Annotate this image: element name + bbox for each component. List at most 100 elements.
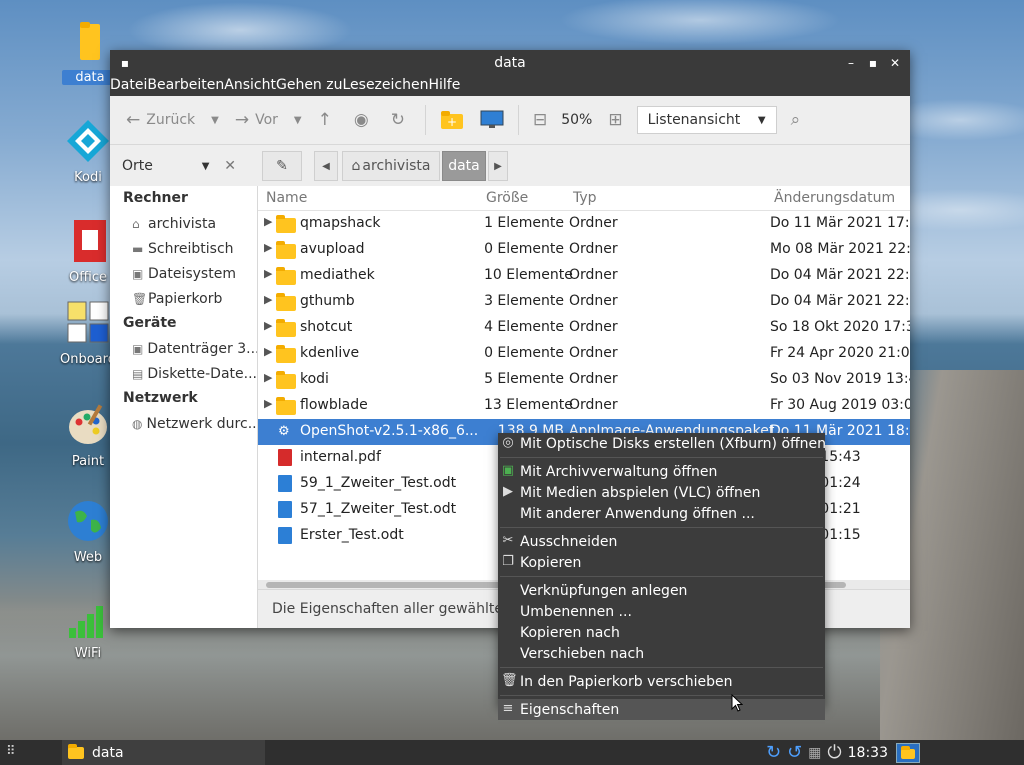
stop-button[interactable]: ◉: [346, 103, 383, 137]
context-menu-item[interactable]: ◎ Mit Optische Disks erstellen (Xfburn) ö…: [498, 433, 826, 454]
context-menu-item[interactable]: 🗑 In den Papierkorb verschieben: [498, 671, 825, 692]
expand-arrow-icon[interactable]: ▶: [264, 371, 272, 384]
pencil-icon: ✎: [276, 158, 288, 174]
power-icon[interactable]: ⏻: [827, 742, 841, 763]
desktop-icon-paint[interactable]: Paint: [60, 402, 116, 469]
desktop-icon-kodi[interactable]: Kodi: [60, 118, 116, 185]
folder-icon: [276, 214, 296, 233]
path-scroll-left-button[interactable]: ◀: [314, 151, 338, 181]
taskbar-item-data[interactable]: data: [62, 740, 265, 765]
context-menu-item[interactable]: Umbenennen ...: [498, 601, 825, 622]
app-menu-icon[interactable]: ⠿: [6, 744, 16, 759]
sidebar-item-dateisystem[interactable]: ▣ Dateisystem: [110, 261, 257, 286]
file-size: 1 Elemente: [484, 215, 564, 231]
column-type[interactable]: Typ: [573, 190, 597, 206]
sidebar-item-papierkorb[interactable]: 🗑 Papierkorb: [110, 286, 257, 311]
keyboard-icon[interactable]: ▦: [808, 745, 821, 761]
table-row[interactable]: ▶ avupload 0 Elemente Ordner Mo 08 Mär 2021 …: [258, 237, 910, 263]
up-button[interactable]: ↑: [310, 103, 346, 137]
reload-button[interactable]: ↻: [383, 103, 419, 137]
breadcrumb-archivista[interactable]: ⌂ archivista: [342, 151, 440, 181]
new-folder-button[interactable]: +: [432, 103, 472, 137]
view-mode-select[interactable]: Listenansicht ▼: [636, 106, 777, 134]
minimize-button[interactable]: –: [842, 54, 860, 72]
expand-arrow-icon[interactable]: ▶: [264, 319, 272, 332]
path-scroll-right-button[interactable]: ▶: [488, 151, 508, 181]
sidebar-mode-select[interactable]: Orte ▼ ✕: [110, 158, 250, 174]
sidebar-item-diskette[interactable]: ▤ Diskette-Date...: [110, 361, 257, 386]
table-row[interactable]: ▶ kdenlive 0 Elemente Ordner Fr 24 Apr 2020 …: [258, 341, 910, 367]
sidebar-item-schreibtisch[interactable]: ▬ Schreibtisch: [110, 236, 257, 261]
edit-location-button[interactable]: ✎: [262, 151, 302, 181]
menu-datei[interactable]: Datei: [110, 76, 147, 96]
update-icon[interactable]: ↻: [766, 742, 781, 763]
desktop-icon-onboard[interactable]: Onboard: [60, 300, 116, 367]
taskbar-item-label: data: [92, 744, 124, 761]
expand-arrow-icon[interactable]: ▶: [264, 345, 272, 358]
context-menu-item[interactable]: ✂ Ausschneiden: [498, 531, 825, 552]
column-size[interactable]: Größe: [486, 190, 528, 206]
context-menu-label: Umbenennen ...: [520, 603, 632, 620]
context-menu-item[interactable]: Kopieren nach: [498, 622, 825, 643]
breadcrumb-data[interactable]: data: [442, 151, 486, 181]
drive-icon: ▣: [132, 266, 144, 281]
sidebar-item-netzwerk[interactable]: ◍ Netzwerk durc...: [110, 411, 257, 436]
arrow-left-icon: ←: [126, 110, 141, 130]
sidebar-item-label: Papierkorb: [148, 290, 223, 307]
menu-gehen-zu[interactable]: Gehen zu: [276, 76, 343, 96]
desktop-icon-office[interactable]: Office: [60, 218, 116, 285]
table-row[interactable]: ▶ mediathek 10 Elemente Ordner Do 04 Mär 202…: [258, 263, 910, 289]
back-button[interactable]: ← Zurück ▼: [118, 103, 227, 137]
file-size: 3 Elemente: [484, 293, 564, 309]
document-file-icon: [278, 475, 292, 492]
desktop-icon-wifi[interactable]: WiFi: [60, 600, 116, 661]
desktop-icon: ▬: [132, 241, 144, 256]
table-row[interactable]: ▶ qmapshack 1 Elemente Ordner Do 11 Mär 2021…: [258, 211, 910, 237]
desktop-icon-web[interactable]: Web: [60, 498, 116, 565]
column-date[interactable]: Änderungsdatum: [774, 190, 895, 206]
sync-icon[interactable]: ↺: [787, 742, 802, 763]
close-sidebar-icon[interactable]: ✕: [224, 158, 236, 174]
clock[interactable]: 18:33: [848, 745, 888, 761]
show-desktop-button[interactable]: [896, 742, 920, 763]
expand-arrow-icon[interactable]: ▶: [264, 215, 272, 228]
sidebar-item-archivista[interactable]: ⌂ archivista: [110, 211, 257, 236]
zoom-out-button[interactable]: ⊟: [525, 103, 561, 137]
context-menu-item[interactable]: ▣ Mit Archivverwaltung öffnen: [498, 461, 825, 482]
context-menu-item[interactable]: Mit anderer Anwendung öffnen ...: [498, 503, 825, 524]
table-row[interactable]: ▶ shotcut 4 Elemente Ordner So 18 Okt 2020 1…: [258, 315, 910, 341]
menu-hilfe[interactable]: Hilfe: [428, 76, 460, 96]
expand-arrow-icon[interactable]: ▶: [264, 293, 272, 306]
folder-icon: [276, 240, 296, 259]
close-button[interactable]: ✕: [886, 54, 904, 72]
search-button[interactable]: ⌕: [783, 103, 815, 137]
context-menu-item[interactable]: Verknüpfungen anlegen: [498, 580, 825, 601]
table-row[interactable]: ▶ kodi 5 Elemente Ordner So 03 Nov 2019 13:4…: [258, 367, 910, 393]
home-icon: ⌂: [351, 158, 361, 174]
expand-arrow-icon[interactable]: ▶: [264, 267, 272, 280]
menu-bearbeiten[interactable]: Bearbeiten: [147, 76, 224, 96]
context-menu-item[interactable]: ≡ Eigenschaften: [498, 699, 825, 720]
arrow-right-icon: →: [234, 110, 250, 130]
sidebar-item-datentraeger[interactable]: ▣ Datenträger 3...: [110, 336, 257, 361]
title-bar[interactable]: ▪ data – ▪ ✕: [110, 50, 910, 76]
column-name[interactable]: Name: [266, 190, 307, 206]
context-menu-item[interactable]: ❐ Kopieren: [498, 552, 825, 573]
desktop-icon-label: Web: [73, 550, 103, 565]
forward-button[interactable]: → Vor ▼: [227, 103, 310, 137]
zoom-in-button[interactable]: ⊞: [592, 103, 636, 137]
maximize-button[interactable]: ▪: [864, 54, 882, 72]
context-menu-item[interactable]: ▶ Mit Medien abspielen (VLC) öffnen: [498, 482, 825, 503]
context-menu-label: Kopieren: [520, 554, 582, 571]
context-menu-label: Verschieben nach: [520, 645, 645, 662]
computer-button[interactable]: [472, 103, 512, 137]
expand-arrow-icon[interactable]: ▶: [264, 241, 272, 254]
menu-lesezeichen[interactable]: Lesezeichen: [342, 76, 428, 96]
expand-arrow-icon[interactable]: ▶: [264, 397, 272, 410]
table-row[interactable]: ▶ gthumb 3 Elemente Ordner Do 04 Mär 2021 22…: [258, 289, 910, 315]
context-menu-item[interactable]: Verschieben nach: [498, 643, 825, 664]
chevron-down-icon: ▼: [293, 114, 302, 126]
table-row[interactable]: ▶ flowblade 13 Elemente Ordner Fr 30 Aug 201…: [258, 393, 910, 419]
menu-ansicht[interactable]: Ansicht: [224, 76, 276, 96]
folder-icon: [276, 396, 296, 415]
